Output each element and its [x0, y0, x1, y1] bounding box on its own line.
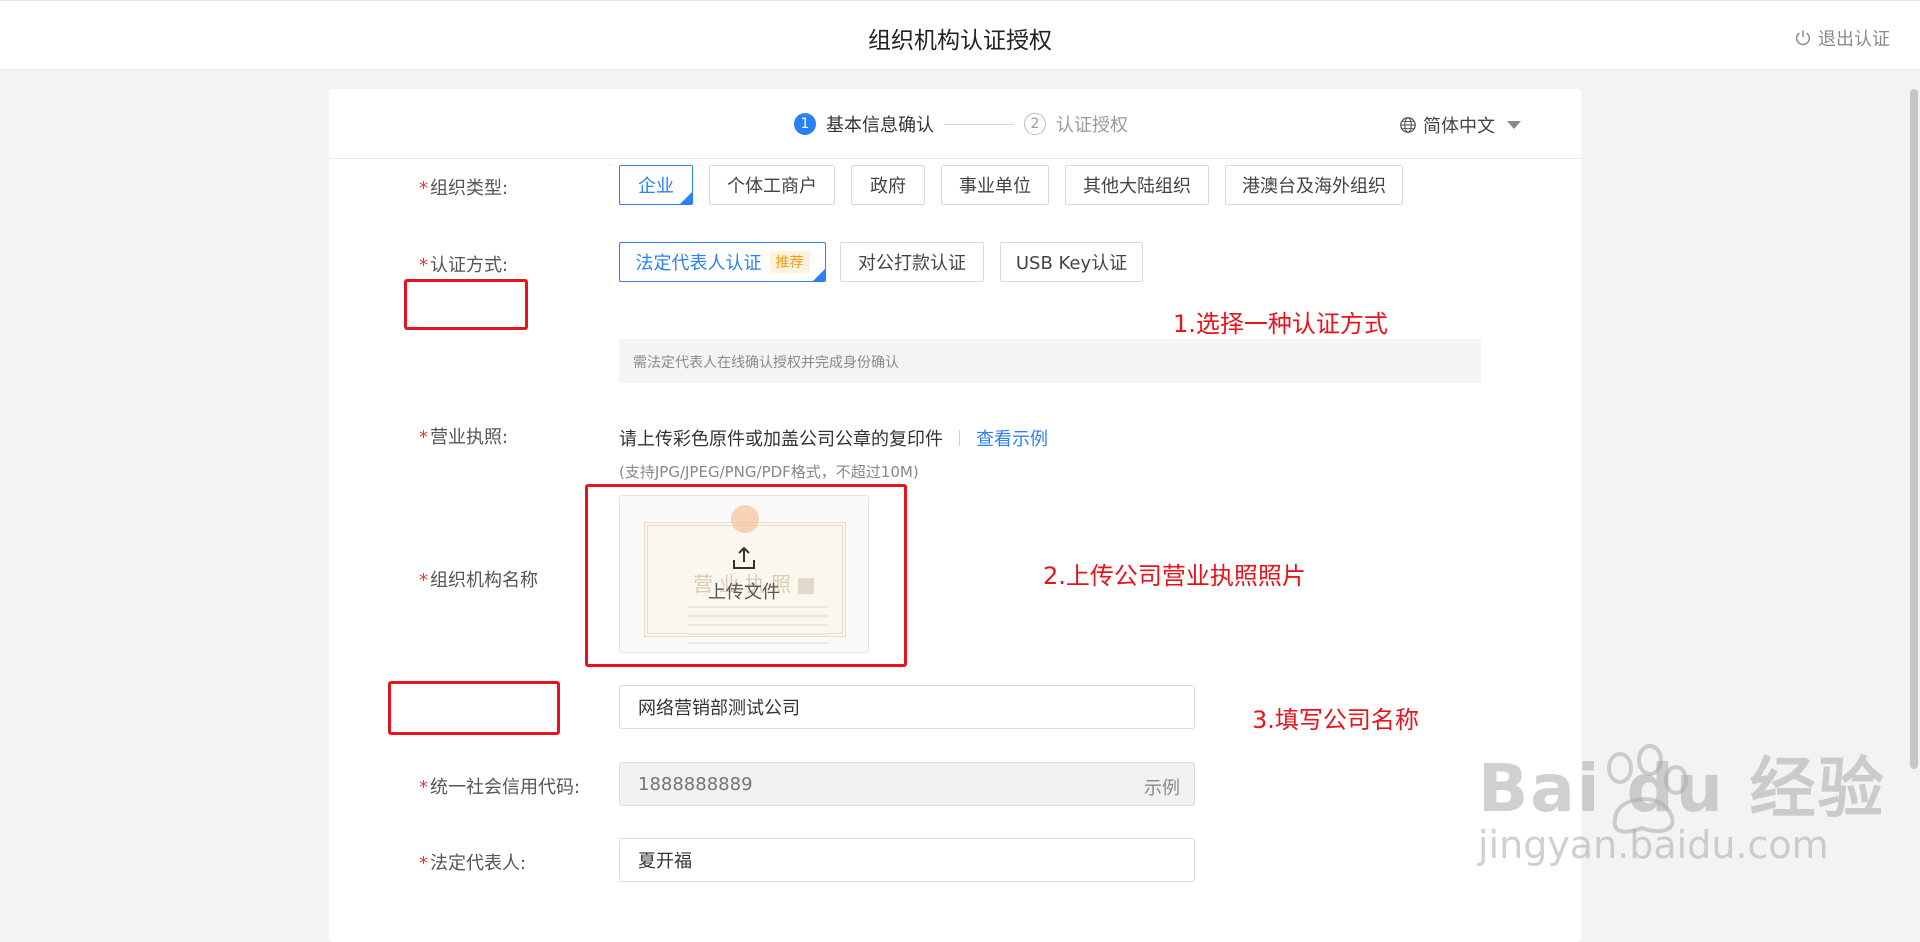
page-title: 组织机构认证授权 — [868, 28, 1052, 54]
logout-button[interactable]: 退出认证 — [1794, 25, 1890, 51]
required-mark: * — [419, 853, 428, 874]
watermark-main: Bai du 经验 — [1478, 750, 1886, 827]
legal-rep-label-text: 法定代表人: — [430, 853, 527, 874]
credit-code-field: 示例 — [619, 762, 1195, 806]
annotation-box-upload — [585, 484, 907, 667]
legal-rep-input[interactable] — [619, 838, 1195, 882]
org-name-label: * 组织机构名称 — [419, 566, 538, 592]
org-type-option-enterprise[interactable]: 企业 — [619, 165, 693, 205]
auth-option-legal-rep-label: 法定代表人认证 — [635, 253, 762, 274]
step-1-number: 1 — [794, 113, 816, 135]
auth-method-label: * 认证方式: — [419, 251, 508, 277]
recommended-badge: 推荐 — [769, 251, 810, 273]
required-mark: * — [419, 570, 428, 591]
card-header: 1 基本信息确认 2 认证授权 简体中文 — [329, 89, 1581, 159]
org-type-option-other-mainland[interactable]: 其他大陆组织 — [1065, 165, 1209, 205]
credit-code-input[interactable] — [620, 763, 1194, 805]
org-type-option-institution[interactable]: 事业单位 — [941, 165, 1049, 205]
power-icon — [1795, 30, 1811, 46]
annotation-step3: 3.填写公司名称 — [1252, 706, 1419, 734]
top-bar: 组织机构认证授权 退出认证 — [0, 0, 1920, 70]
auth-method-hint: 需法定代表人在线确认授权并完成身份确认 — [619, 339, 1481, 383]
step-connector — [944, 123, 1014, 125]
auth-option-bank-transfer[interactable]: 对公打款认证 — [840, 242, 984, 282]
step-1-label: 基本信息确认 — [826, 115, 934, 136]
auth-option-usb-key[interactable]: USB Key认证 — [1000, 242, 1143, 282]
required-mark: * — [419, 427, 428, 448]
step-2-number: 2 — [1024, 113, 1046, 135]
required-mark: * — [419, 255, 428, 276]
divider — [959, 430, 960, 446]
org-type-option-overseas[interactable]: 港澳台及海外组织 — [1225, 165, 1403, 205]
credit-code-label: * 统一社会信用代码: — [419, 773, 580, 799]
annotation-box-auth-method — [404, 279, 528, 330]
view-example-link[interactable]: 查看示例 — [976, 425, 1048, 451]
license-label-text: 营业执照: — [430, 427, 509, 448]
license-format-note: (支持JPG/JPEG/PNG/PDF格式，不超过10M) — [619, 463, 919, 481]
annotation-step1: 1.选择一种认证方式 — [1173, 310, 1388, 338]
org-type-label: * 组织类型: — [419, 174, 508, 200]
legal-rep-label: * 法定代表人: — [419, 849, 526, 875]
credit-code-example-link[interactable]: 示例 — [1144, 774, 1180, 800]
credit-code-label-text: 统一社会信用代码: — [430, 777, 581, 798]
language-selector[interactable]: 简体中文 — [1399, 112, 1521, 138]
org-name-label-text: 组织机构名称 — [430, 570, 538, 591]
logout-label: 退出认证 — [1818, 29, 1890, 50]
steps-indicator: 1 基本信息确认 2 认证授权 — [794, 111, 1128, 137]
page-scrollbar[interactable] — [1908, 89, 1920, 942]
required-mark: * — [419, 777, 428, 798]
globe-icon — [1400, 117, 1416, 133]
auth-option-legal-rep[interactable]: 法定代表人认证 推荐 — [619, 242, 826, 282]
watermark-sub: jingyan.baidu.com — [1478, 823, 1829, 867]
org-type-label-text: 组织类型: — [430, 178, 509, 199]
annotation-step2: 2.上传公司营业执照照片 — [1043, 562, 1306, 590]
step-2-label: 认证授权 — [1056, 115, 1128, 136]
license-label: * 营业执照: — [419, 423, 508, 449]
license-description: 请上传彩色原件或加盖公司公章的复印件 查看示例 — [619, 425, 1048, 451]
annotation-box-org-name — [388, 681, 560, 735]
org-type-option-government[interactable]: 政府 — [851, 165, 925, 205]
required-mark: * — [419, 178, 428, 199]
language-label: 简体中文 — [1423, 116, 1495, 137]
license-description-text: 请上传彩色原件或加盖公司公章的复印件 — [619, 429, 943, 450]
baidu-watermark: Bai du 经验 jingyan.baidu.com — [1478, 735, 1886, 867]
scrollbar-thumb[interactable] — [1910, 89, 1918, 769]
org-name-input[interactable] — [619, 685, 1195, 729]
org-type-option-individual[interactable]: 个体工商户 — [709, 165, 835, 205]
chevron-down-icon — [1507, 121, 1521, 129]
form-card: 1 基本信息确认 2 认证授权 简体中文 * 组织类型: 企业 个体工商户 政府 … — [329, 89, 1581, 942]
auth-method-label-text: 认证方式: — [430, 255, 509, 276]
